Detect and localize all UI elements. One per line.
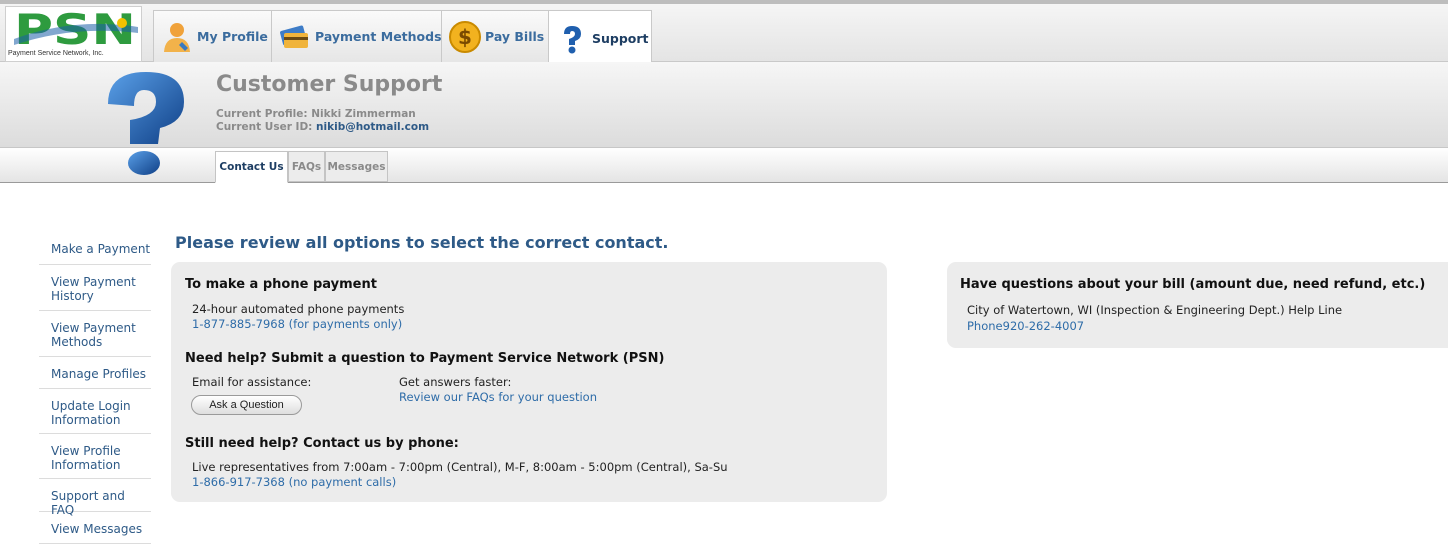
phone-payment-desc: 24-hour automated phone payments — [192, 302, 405, 316]
support-question-icon — [108, 72, 184, 175]
help-line-label: City of Watertown, WI (Inspection & Engi… — [967, 303, 1343, 317]
user-icon — [164, 22, 190, 52]
psn-logo-mark: PSN — [14, 9, 138, 47]
sidebar-item-view-profile[interactable]: View Profile Information — [39, 434, 151, 479]
sidebar-item-view-payment-methods[interactable]: View Payment Methods — [39, 311, 151, 357]
cards-icon — [280, 25, 308, 48]
tab-support-label: Support — [592, 31, 649, 46]
help-heading: Need help? Submit a question to Payment … — [185, 351, 665, 366]
user-id-value: nikib@hotmail.com — [316, 121, 430, 133]
phone-help-hours: Live representatives from 7:00am - 7:00p… — [192, 460, 728, 474]
question-icon — [564, 25, 581, 53]
current-profile-label: Current Profile: Nikki Zimmerman — [216, 108, 416, 120]
tab-my-profile[interactable]: My Profile — [153, 10, 275, 63]
phone-payment-number-link[interactable]: 1-877-885-7968 (for payments only) — [192, 317, 402, 331]
get-answers-label: Get answers faster: — [399, 375, 512, 389]
svg-text:$: $ — [458, 25, 472, 49]
tab-payment-methods-label: Payment Methods — [315, 29, 442, 44]
ask-question-button[interactable]: Ask a Question — [191, 395, 302, 415]
logo-subtitle: Payment Service Network, Inc. — [8, 50, 104, 57]
subtab-contact-us[interactable]: Contact Us — [215, 151, 288, 183]
tab-my-profile-label: My Profile — [197, 29, 268, 44]
sidebar-item-support-faq[interactable]: Support and FAQ — [39, 479, 151, 517]
tab-support[interactable]: Support — [548, 10, 652, 66]
user-id-prefix: Current User ID: — [216, 121, 317, 133]
bill-questions-heading: Have questions about your bill (amount d… — [960, 277, 1426, 292]
psn-logo[interactable]: PSN Payment Service Network, Inc. — [5, 6, 142, 62]
phone-help-heading: Still need help? Contact us by phone: — [185, 436, 459, 451]
sidebar-item-manage-profiles[interactable]: Manage Profiles — [39, 357, 151, 389]
dollar-coin-icon: $ — [449, 20, 481, 53]
current-user-id-label: Current User ID: nikib@hotmail.com — [216, 121, 429, 133]
sidebar: Make a Payment View Payment History View… — [39, 232, 151, 544]
phone-help-number-link[interactable]: 1-866-917-7368 (no payment calls) — [192, 475, 396, 489]
help-line-phone-link[interactable]: Phone920-262-4007 — [967, 319, 1084, 333]
sidebar-item-view-payment-history[interactable]: View Payment History — [39, 265, 151, 311]
email-assistance-label: Email for assistance: — [192, 375, 312, 389]
faq-review-link[interactable]: Review our FAQs for your question — [399, 390, 597, 404]
subtab-faqs[interactable]: FAQs — [288, 151, 325, 182]
phone-payment-heading: To make a phone payment — [185, 277, 377, 292]
sidebar-item-make-payment[interactable]: Make a Payment — [39, 232, 151, 265]
tab-pay-bills[interactable]: $ Pay Bills — [441, 10, 552, 63]
contact-headline: Please review all options to select the … — [175, 233, 669, 252]
subtab-messages[interactable]: Messages — [325, 151, 388, 182]
page-title: Customer Support — [216, 72, 443, 97]
sidebar-item-update-login[interactable]: Update Login Information — [39, 389, 151, 434]
tab-pay-bills-label: Pay Bills — [485, 29, 545, 44]
top-nav-bar: PSN Payment Service Network, Inc. My Pro… — [0, 0, 1448, 66]
tab-payment-methods[interactable]: Payment Methods — [271, 10, 449, 63]
